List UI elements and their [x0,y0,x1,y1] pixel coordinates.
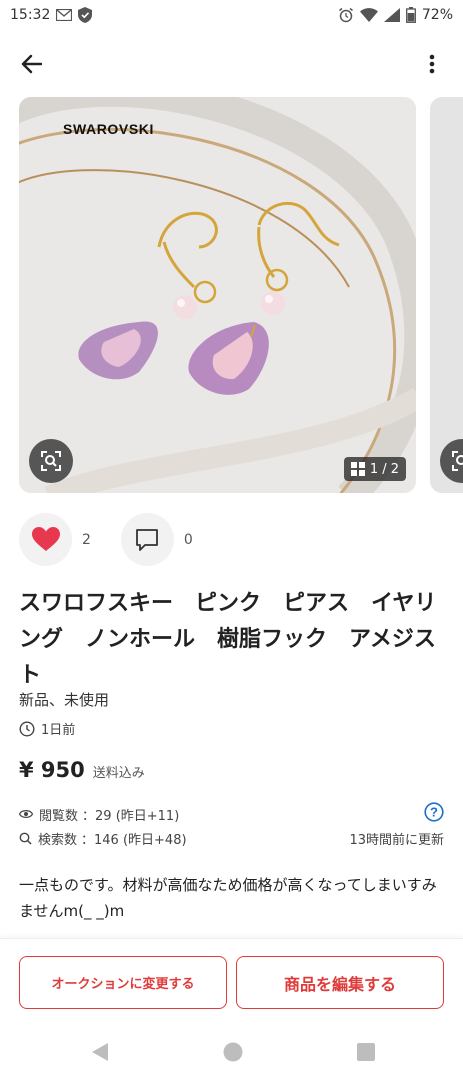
gmail-icon [56,9,73,21]
shipping-info: 送料込み [92,766,145,781]
image-search-button-next[interactable] [440,439,463,483]
status-time: 15:32 [10,7,51,23]
nav-home-icon [223,1042,243,1062]
image-search-button[interactable] [29,439,73,483]
status-left: 15:32 [10,7,93,23]
battery-level: 72% [421,7,453,23]
more-options-button[interactable] [415,47,449,81]
nav-recents-icon [357,1043,375,1061]
back-arrow-icon [21,54,42,74]
nav-back-button[interactable] [80,1032,120,1072]
alarm-icon [338,7,354,23]
next-photo-preview[interactable] [430,97,463,493]
image-counter-text: 1 / 2 [369,461,399,477]
item-condition: 新品、未使用 [19,691,110,709]
system-nav-bar [0,1024,463,1080]
searches-row: 検索数 ：146 (昨日+48) 13時間前に更新 [19,826,444,850]
image-gallery[interactable]: SWAROVSKI 1 / 2 [0,97,463,493]
searches-label: 検索数 [38,832,78,848]
product-photo[interactable]: SWAROVSKI 1 / 2 [19,97,416,493]
help-icon[interactable]: ? [424,802,444,826]
posted-time: 1日前 [19,719,75,738]
updated-time: 13時間前に更新 [349,832,444,848]
searches-value: ：146 (昨日+48) [81,832,187,848]
image-search-icon [41,451,61,471]
nav-back-icon [92,1043,108,1061]
posted-time-text: 1日前 [41,723,76,738]
more-vertical-icon [429,54,435,74]
status-bar: 15:32 72% [0,0,463,30]
nav-home-button[interactable] [213,1032,253,1072]
svg-text:?: ? [430,805,438,820]
battery-icon [405,7,416,23]
edit-item-button[interactable]: 商品を編集する [236,956,444,1009]
price-row: ¥ 950 送料込み [19,758,145,782]
comment-icon [136,528,159,551]
nav-recents-button[interactable] [346,1032,386,1072]
status-right: 72% [338,7,453,23]
grid-icon [350,462,365,476]
eye-icon [19,810,33,818]
wifi-icon [359,8,378,22]
change-to-auction-button[interactable]: オークションに変更する [19,956,227,1009]
price: ¥ 950 [19,758,85,782]
like-count: 2 [82,531,91,548]
stats: 閲覧数 ：29 (昨日+11) ? 検索数 ：146 (昨日+48) 13時間前… [19,802,444,850]
item-description: 一点ものです。材料が高価なため価格が高くなってしまいすみませんm(_ _)m [19,876,437,920]
search-icon [19,832,32,845]
views-value: ：29 (昨日+11) [82,808,180,824]
signal-icon [383,8,400,22]
bottom-action-bar: オークションに変更する 商品を編集する [0,938,463,1024]
image-counter: 1 / 2 [343,457,406,481]
clock-icon [19,720,35,737]
item-title: スワロフスキー ピンク ピアス イヤリング ノンホール 樹脂フック アメジスト [19,591,437,688]
earring-photo-illustration [19,97,416,493]
comment-count: 0 [183,531,193,548]
like-button[interactable] [19,513,72,566]
views-row: 閲覧数 ：29 (昨日+11) ? [19,802,444,826]
back-button[interactable] [14,47,48,81]
views-label: 閲覧数 [39,808,79,824]
app-bar [0,38,463,90]
heart-icon [31,527,60,551]
comment-button[interactable] [120,513,174,566]
photo-brand-text: SWAROVSKI [63,121,154,137]
action-row: 2 0 [19,513,223,566]
shield-icon [78,7,93,23]
image-search-icon [452,451,463,471]
